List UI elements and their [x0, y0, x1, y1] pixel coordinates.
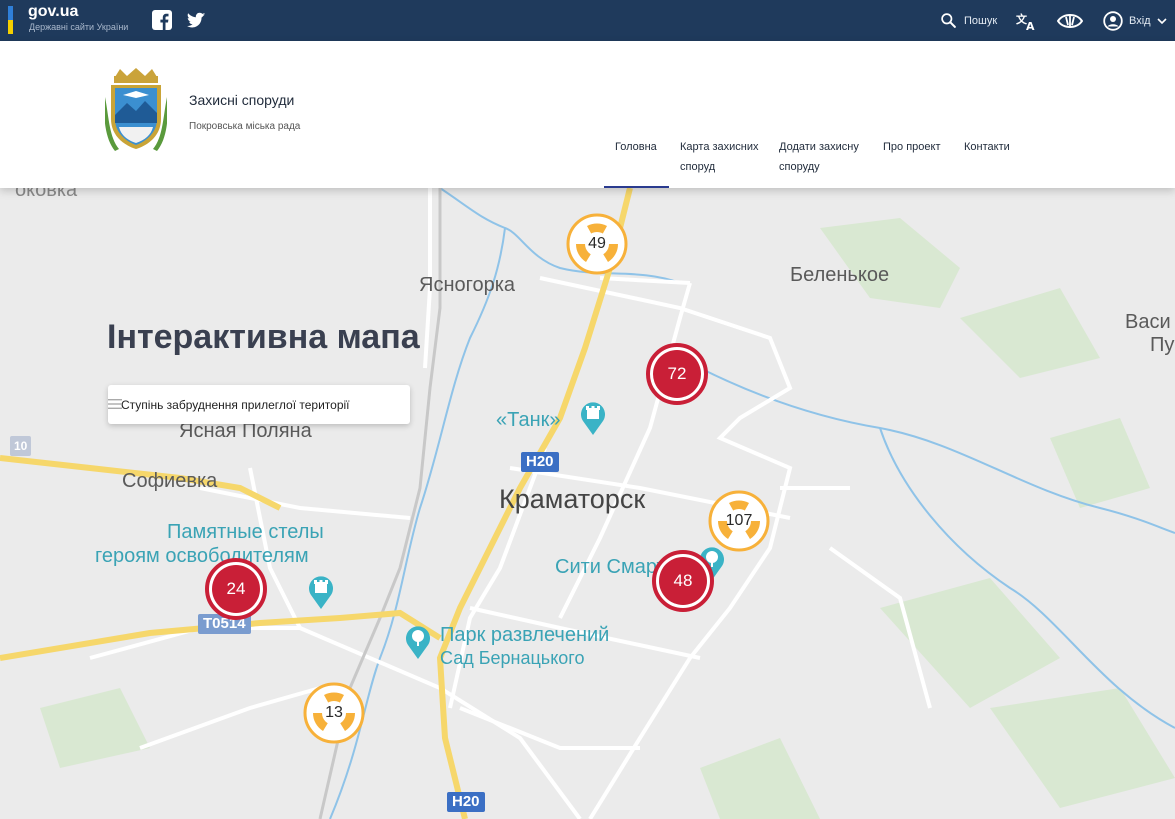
map-label-belenkoe: Беленькое	[790, 264, 890, 286]
login-label: Вхід	[1129, 14, 1151, 27]
road-badge-left-cut: 10	[10, 436, 32, 456]
cluster-marker-49[interactable]: 49	[566, 213, 628, 275]
user-icon	[1103, 10, 1123, 31]
map-label-park-line2: Сад Бернацького	[440, 648, 585, 668]
search-link[interactable]: Пошук	[940, 0, 997, 41]
map-label-pu: Пу	[1150, 334, 1175, 356]
gov-brand-subtitle: Державні сайти України	[29, 22, 129, 32]
map-label-vasi: Васи	[1125, 311, 1171, 333]
city-coat-of-arms-logo[interactable]	[104, 67, 168, 153]
search-icon	[941, 13, 956, 28]
search-label: Пошук	[964, 14, 998, 27]
cluster-count: 24	[226, 579, 246, 598]
site-header: Захисні споруди Покровська міська рада Г…	[0, 41, 1175, 188]
tank-poi-pin[interactable]	[578, 400, 608, 436]
facebook-icon[interactable]	[151, 9, 173, 31]
cluster-count: 72	[667, 364, 687, 383]
chevron-down-icon	[1157, 17, 1167, 24]
translate-icon: 文A	[1016, 12, 1035, 31]
cluster-count: 48	[673, 571, 693, 590]
cluster-count: 107	[725, 512, 753, 529]
ukraine-flag-icon	[8, 6, 13, 34]
gov-brand[interactable]: gov.ua	[28, 3, 78, 21]
site-title[interactable]: Захисні споруди	[189, 92, 294, 108]
map-heading: Інтерактивна мапа	[107, 318, 420, 356]
cluster-marker-48[interactable]: 48	[652, 550, 714, 612]
map-label-top-cut: оковка	[15, 188, 78, 201]
accessibility-button[interactable]	[1057, 0, 1083, 41]
map-label-sofievka: Софиевка	[122, 470, 218, 492]
stely-poi-pin[interactable]	[306, 574, 336, 610]
park-poi-pin[interactable]	[403, 624, 433, 660]
nav-home[interactable]: Головна	[615, 137, 657, 157]
cluster-marker-107[interactable]: 107	[708, 490, 770, 552]
map-label-tank: «Танк»	[496, 409, 561, 431]
menu-icon	[108, 399, 122, 409]
nav-about[interactable]: Про проект	[883, 137, 940, 157]
nav-shelter-map[interactable]: Карта захисних споруд	[680, 137, 764, 177]
twitter-icon[interactable]	[185, 9, 207, 31]
translate-button[interactable]: 文A	[1016, 0, 1038, 41]
cluster-count: 49	[588, 235, 606, 252]
road-badge-h20-bottom: H20	[447, 792, 485, 812]
map-label-stely-line2: героям освободителям	[95, 545, 309, 567]
svg-text:A: A	[1026, 20, 1035, 31]
gov-topbar: gov.ua Державні сайти України Пошук 文A В…	[0, 0, 1175, 41]
site-subtitle: Покровська міська рада	[189, 121, 301, 132]
login-link[interactable]: Вхід	[1103, 0, 1167, 41]
eye-accessibility-icon	[1057, 13, 1083, 28]
map-label-kramatorsk: Краматорск	[499, 484, 646, 514]
cluster-marker-13[interactable]: 13	[303, 682, 365, 744]
map-label-sity-smart: Сити Смарт	[555, 556, 666, 578]
map-label-park-line1: Парк развлечений	[440, 624, 610, 646]
pollution-filter-dropdown[interactable]: Ступінь забруднення прилеглої території	[108, 385, 410, 424]
map-label-yasnogorka: Ясногорка	[419, 274, 516, 296]
interactive-map[interactable]: оковка Ясногорка Беленькое Васи Пу Ясная…	[0, 188, 1175, 819]
nav-contacts[interactable]: Контакти	[964, 137, 1010, 157]
cluster-count: 13	[325, 704, 343, 721]
filter-label: Ступінь забруднення прилеглої території	[121, 397, 350, 412]
nav-add-shelter[interactable]: Додати захисну споруду	[779, 137, 871, 177]
cluster-marker-24[interactable]: 24	[205, 558, 267, 620]
cluster-marker-72[interactable]: 72	[646, 343, 708, 405]
map-label-stely-line1: Памятные стелы	[167, 521, 324, 543]
road-badge-h20-top: H20	[521, 452, 559, 472]
nav-active-indicator	[604, 186, 669, 188]
